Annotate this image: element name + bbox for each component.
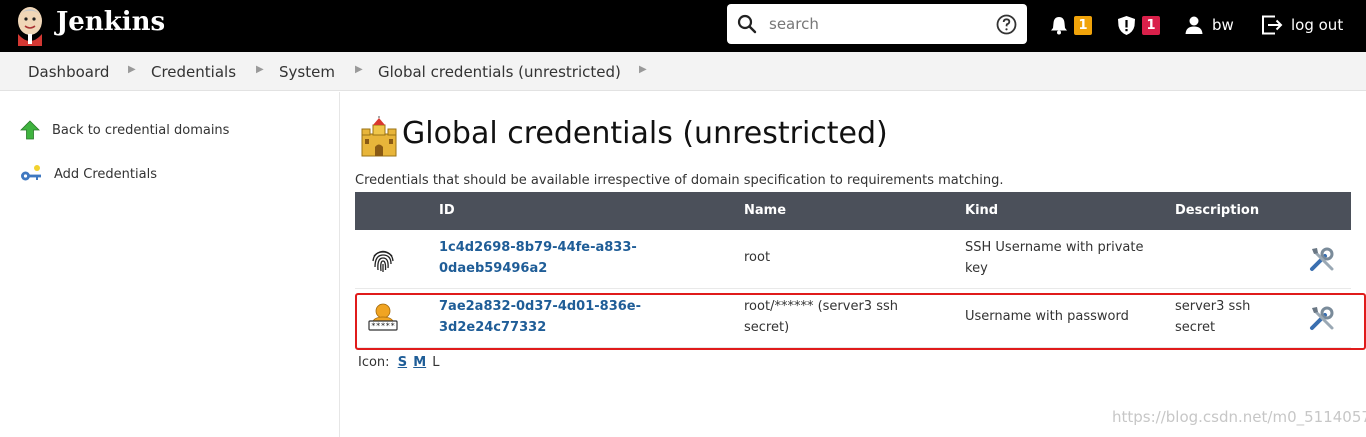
chevron-right-icon[interactable]: ▶ — [355, 64, 363, 75]
credentials-table: ID Name Kind Description 1c4d2698-8b79-4… — [355, 192, 1351, 348]
add-credentials-link[interactable]: Add Credentials — [20, 162, 157, 186]
icon-size-medium[interactable]: M — [413, 355, 426, 370]
security-badge: 1 — [1142, 15, 1160, 35]
breadcrumb-system[interactable]: System — [279, 63, 335, 81]
sidebar-item-label: Back to credential domains — [52, 122, 230, 138]
bell-icon — [1051, 17, 1067, 35]
shield-alert-icon — [1118, 15, 1135, 35]
table-row: 1c4d2698-8b79-44fe-a833- 0daeb59496a2 roo… — [355, 230, 1351, 289]
chevron-right-icon[interactable]: ▶ — [128, 64, 136, 75]
icon-size-large: L — [432, 355, 440, 370]
icon-size-selector: Icon: S M L — [358, 355, 440, 370]
back-to-credential-domains-link[interactable]: Back to credential domains — [20, 118, 229, 142]
search-box — [727, 4, 1027, 44]
side-panel: Back to credential domains Add Credentia… — [0, 92, 340, 437]
page-title: Global credentials (unrestricted) — [402, 116, 888, 151]
credential-description: server3 ssh secret — [1175, 299, 1251, 335]
table-row: ***** 7ae2a832-0d37-4d01-836e- 3d2e24c773… — [355, 289, 1351, 348]
top-header: Jenkins 1 1 bw — [0, 0, 1366, 52]
column-header-kind[interactable]: Kind — [965, 203, 998, 218]
icon-size-small[interactable]: S — [398, 355, 407, 370]
fingerprint-icon — [372, 250, 394, 272]
search-icon — [737, 14, 757, 34]
chevron-right-icon[interactable]: ▶ — [256, 64, 264, 75]
credential-name: root — [744, 250, 771, 265]
search-input[interactable] — [769, 12, 989, 36]
breadcrumb-credentials[interactable]: Credentials — [151, 63, 236, 81]
notifications-badge: 1 — [1074, 15, 1092, 35]
logout-label: log out — [1291, 16, 1344, 34]
key-icon — [21, 165, 41, 181]
credential-id-link[interactable]: 1c4d2698-8b79-44fe-a833- 0daeb59496a2 — [439, 240, 637, 276]
breadcrumb-dashboard[interactable]: Dashboard — [28, 63, 109, 81]
page-description: Credentials that should be available irr… — [355, 173, 1004, 188]
breadcrumb: Dashboard ▶ Credentials ▶ System ▶ Globa… — [0, 52, 1366, 91]
username: bw — [1212, 16, 1234, 34]
configure-tools-icon[interactable] — [1308, 304, 1336, 332]
logout-icon — [1262, 15, 1283, 35]
credential-kind: SSH Username with private key — [965, 240, 1144, 276]
help-icon[interactable] — [996, 14, 1017, 35]
credential-kind: Username with password — [965, 309, 1129, 324]
table-header: ID Name Kind Description — [355, 192, 1351, 230]
credential-id-link[interactable]: 7ae2a832-0d37-4d01-836e- 3d2e24c77332 — [439, 299, 641, 335]
logout-button[interactable]: log out — [1261, 13, 1343, 37]
up-arrow-icon — [20, 120, 40, 140]
castle-icon — [361, 116, 397, 157]
breadcrumb-global-credentials[interactable]: Global credentials (unrestricted) — [378, 63, 621, 81]
column-header-name[interactable]: Name — [744, 203, 786, 218]
configure-tools-icon[interactable] — [1308, 245, 1336, 273]
jenkins-home-link[interactable]: Jenkins — [14, 4, 165, 46]
jenkins-logo-icon — [18, 7, 42, 46]
sidebar-item-label: Add Credentials — [54, 166, 157, 182]
notifications-button[interactable]: 1 — [1050, 13, 1092, 37]
watermark: https://blog.csdn.net/m0_51140575 — [1112, 408, 1366, 426]
column-header-id[interactable]: ID — [439, 203, 455, 218]
icon-size-label: Icon: — [358, 355, 390, 370]
app-title: Jenkins — [56, 7, 166, 37]
credential-name: root/****** (server3 ssh secret) — [744, 299, 898, 335]
chevron-right-icon[interactable]: ▶ — [639, 64, 647, 75]
user-icon — [1185, 16, 1203, 34]
column-header-description[interactable]: Description — [1175, 203, 1259, 218]
user-menu[interactable]: bw — [1184, 13, 1234, 37]
security-button[interactable]: 1 — [1117, 13, 1160, 37]
user-password-icon: ***** — [368, 303, 398, 331]
svg-text:*****: ***** — [371, 322, 395, 331]
